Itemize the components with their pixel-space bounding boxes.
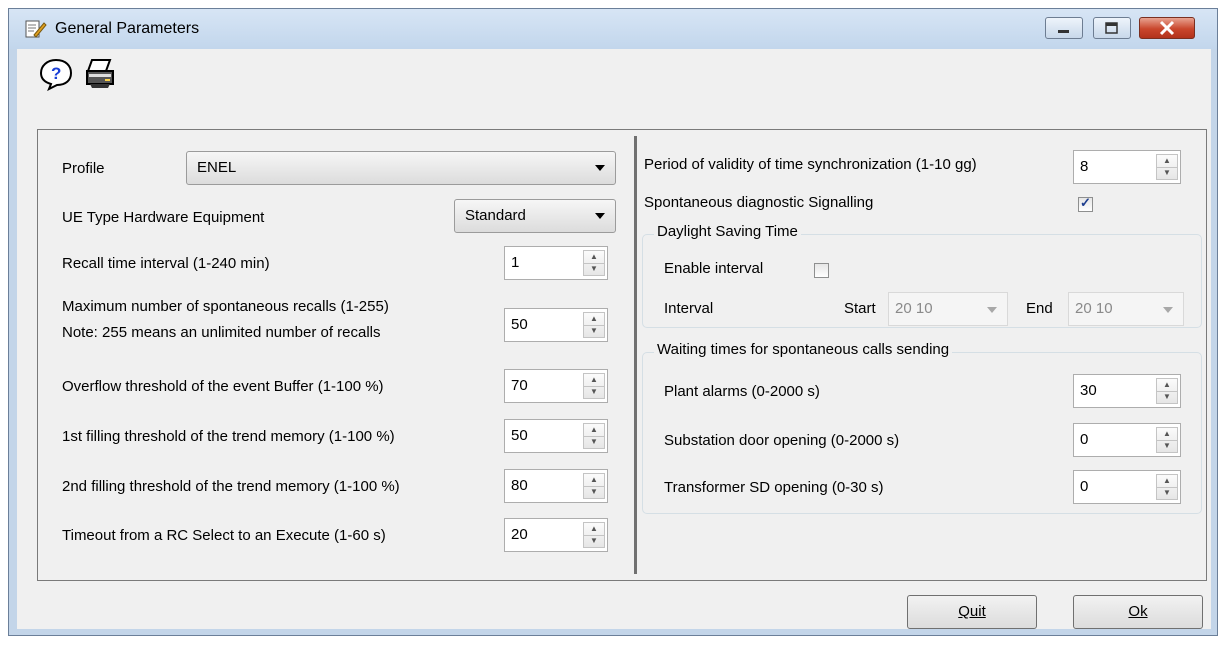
ue-type-value: Standard (465, 207, 526, 224)
max-recalls-label: Maximum number of spontaneous recalls (1… (62, 298, 389, 315)
diag-signalling-checkbox[interactable]: ✓ (1078, 195, 1093, 212)
end-label: End (1026, 300, 1053, 317)
door-opening-stepper[interactable]: 0 ▲ ▼ (1073, 423, 1181, 457)
end-select[interactable]: 20 10 (1068, 292, 1184, 326)
validity-stepper[interactable]: 8 ▲ ▼ (1073, 150, 1181, 184)
profile-value: ENEL (197, 159, 237, 176)
chevron-down-icon (595, 165, 605, 171)
spin-down-icon[interactable]: ▼ (584, 535, 604, 547)
recall-interval-value: 1 (511, 254, 520, 271)
door-opening-value: 0 (1080, 431, 1089, 448)
spin-buttons[interactable]: ▲ ▼ (583, 423, 605, 449)
validity-value: 8 (1080, 158, 1089, 175)
timeout-value: 20 (511, 526, 528, 543)
enable-interval-checkbox[interactable] (814, 263, 829, 278)
spin-buttons[interactable]: ▲ ▼ (1156, 154, 1178, 180)
printer-icon[interactable] (83, 57, 117, 91)
minimize-icon (1058, 30, 1069, 33)
spin-buttons[interactable]: ▲ ▼ (583, 250, 605, 276)
profile-select[interactable]: ENEL (186, 151, 616, 185)
transformer-sd-value: 0 (1080, 478, 1089, 495)
close-icon (1159, 20, 1175, 36)
door-opening-label: Substation door opening (0-2000 s) (664, 432, 900, 449)
spin-down-icon[interactable]: ▼ (1157, 440, 1177, 452)
second-fill-stepper[interactable]: 80 ▲ ▼ (504, 469, 608, 503)
dialog-window: General Parameters ? Profile ENEL UE Typ… (8, 8, 1218, 636)
spin-down-icon[interactable]: ▼ (584, 486, 604, 498)
first-fill-stepper[interactable]: 50 ▲ ▼ (504, 419, 608, 453)
second-fill-label: 2nd filling threshold of the trend memor… (62, 478, 400, 495)
close-button[interactable] (1139, 17, 1195, 39)
second-fill-value: 80 (511, 477, 528, 494)
plant-alarms-value: 30 (1080, 382, 1097, 399)
start-label: Start (844, 300, 876, 317)
spin-buttons[interactable]: ▲ ▼ (1156, 427, 1178, 453)
ue-type-select[interactable]: Standard (454, 199, 616, 233)
profile-label: Profile (62, 160, 105, 177)
start-select[interactable]: 20 10 (888, 292, 1008, 326)
spin-down-icon[interactable]: ▼ (584, 386, 604, 398)
end-value: 20 10 (1075, 300, 1113, 317)
spin-buttons[interactable]: ▲ ▼ (1156, 378, 1178, 404)
spin-buttons[interactable]: ▲ ▼ (1156, 474, 1178, 500)
dialog-client-area: ? Profile ENEL UE Type Hardware Equipmen… (17, 49, 1211, 629)
title-bar[interactable]: General Parameters (9, 9, 1217, 49)
spin-down-icon[interactable]: ▼ (584, 263, 604, 275)
quit-button[interactable]: Quit (907, 595, 1037, 629)
maximize-button[interactable] (1093, 17, 1131, 39)
minimize-button[interactable] (1045, 17, 1083, 39)
overflow-value: 70 (511, 377, 528, 394)
parameters-panel: Profile ENEL UE Type Hardware Equipment … (37, 129, 1207, 581)
first-fill-label: 1st filling threshold of the trend memor… (62, 428, 395, 445)
validity-label: Period of validity of time synchronizati… (644, 156, 977, 173)
ue-type-label: UE Type Hardware Equipment (62, 209, 265, 226)
spin-down-icon[interactable]: ▼ (1157, 391, 1177, 403)
spin-buttons[interactable]: ▲ ▼ (583, 473, 605, 499)
max-recalls-stepper[interactable]: 50 ▲ ▼ (504, 308, 608, 342)
timeout-stepper[interactable]: 20 ▲ ▼ (504, 518, 608, 552)
spin-down-icon[interactable]: ▼ (1157, 167, 1177, 179)
recall-interval-stepper[interactable]: 1 ▲ ▼ (504, 246, 608, 280)
spin-buttons[interactable]: ▲ ▼ (583, 522, 605, 548)
chevron-down-icon (1163, 307, 1173, 313)
spin-buttons[interactable]: ▲ ▼ (583, 312, 605, 338)
window-title: General Parameters (55, 20, 200, 37)
waiting-times-title: Waiting times for spontaneous calls send… (654, 341, 953, 358)
checkmark-icon: ✓ (1080, 195, 1091, 210)
svg-text:?: ? (51, 64, 61, 83)
spin-down-icon[interactable]: ▼ (584, 325, 604, 337)
transformer-sd-stepper[interactable]: 0 ▲ ▼ (1073, 470, 1181, 504)
spin-down-icon[interactable]: ▼ (1157, 487, 1177, 499)
enable-interval-label: Enable interval (664, 260, 764, 277)
spin-buttons[interactable]: ▲ ▼ (583, 373, 605, 399)
dst-group-title: Daylight Saving Time (654, 223, 801, 240)
maximize-icon (1105, 22, 1118, 34)
max-recalls-note: Note: 255 means an unlimited number of r… (62, 324, 381, 341)
recall-interval-label: Recall time interval (1-240 min) (62, 255, 270, 272)
transformer-sd-label: Transformer SD opening (0-30 s) (664, 479, 884, 496)
max-recalls-value: 50 (511, 316, 528, 333)
plant-alarms-label: Plant alarms (0-2000 s) (664, 383, 820, 400)
panel-divider (634, 136, 637, 574)
ok-button[interactable]: Ok (1073, 595, 1203, 629)
timeout-label: Timeout from a RC Select to an Execute (… (62, 527, 386, 544)
overflow-label: Overflow threshold of the event Buffer (… (62, 378, 384, 395)
chevron-down-icon (595, 213, 605, 219)
interval-label: Interval (664, 300, 714, 317)
edit-document-icon (25, 20, 47, 38)
ok-button-label: Ok (1128, 603, 1148, 620)
quit-button-label: Quit (958, 603, 986, 620)
help-icon[interactable]: ? (39, 57, 73, 91)
start-value: 20 10 (895, 300, 933, 317)
first-fill-value: 50 (511, 427, 528, 444)
spin-down-icon[interactable]: ▼ (584, 436, 604, 448)
diag-signalling-label: Spontaneous diagnostic Signalling (644, 194, 874, 211)
chevron-down-icon (987, 307, 997, 313)
overflow-stepper[interactable]: 70 ▲ ▼ (504, 369, 608, 403)
plant-alarms-stepper[interactable]: 30 ▲ ▼ (1073, 374, 1181, 408)
